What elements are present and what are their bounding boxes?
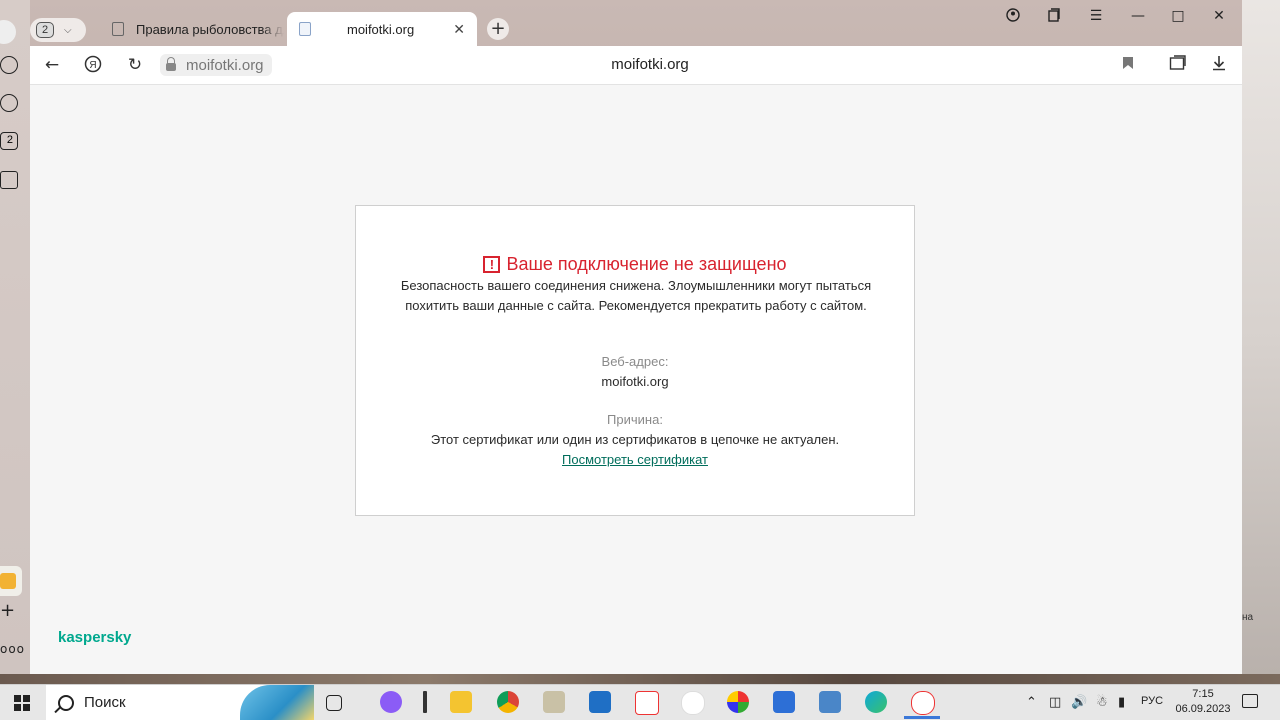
search-highlight-image (240, 685, 314, 720)
taskbar-search-label: Поиск (84, 694, 126, 711)
warning-page: ! Ваше подключение не защищено Безопасно… (30, 85, 1242, 674)
tab-count: 2 (36, 22, 54, 38)
mail-icon[interactable] (589, 691, 611, 713)
page-icon (299, 22, 311, 36)
task-view-icon[interactable] (326, 695, 342, 711)
address-toolbar: ← Я ↻ moifotki.org moifotki.org (30, 46, 1242, 85)
reason-value: Этот сертификат или один из сертификатов… (430, 432, 840, 447)
account-icon[interactable] (1002, 8, 1024, 26)
new-tab-button[interactable]: + (487, 18, 509, 40)
windows-start-icon[interactable] (14, 695, 30, 711)
battery-icon[interactable]: ▮ (1118, 695, 1125, 710)
picasa-icon[interactable] (727, 691, 749, 713)
yandex-browser-icon[interactable] (911, 691, 935, 715)
page-icon (112, 22, 124, 36)
volume-icon[interactable]: 🔊 (1071, 695, 1087, 710)
alice-icon[interactable] (380, 691, 402, 713)
close-tab-icon[interactable]: ✕ (453, 21, 465, 38)
yandex-browser-alt-icon[interactable] (681, 691, 705, 715)
collections-icon[interactable] (1043, 8, 1065, 26)
tab-fishing-rules[interactable]: Правила рыболовства для (100, 12, 284, 46)
view-certificate-link-row: Посмотреть сертификат (356, 452, 914, 467)
taskbar-search[interactable]: Поиск (46, 685, 314, 720)
address-label: Веб-адрес: (601, 354, 669, 369)
tab-title: moifotki.org (347, 21, 415, 37)
warning-heading: ! Ваше подключение не защищено (356, 254, 914, 275)
tab-counter-button[interactable]: 2 ⌵ (30, 18, 86, 42)
clock-date: 06.09.2023 (1175, 703, 1231, 715)
download-icon[interactable] (1208, 55, 1230, 76)
menu-icon[interactable]: ☰ (1085, 8, 1107, 24)
warning-icon: ! (483, 256, 501, 273)
clock[interactable]: 7:15 06.09.2023 (1173, 687, 1233, 717)
warning-description: Безопасность вашего соединения снижена. … (400, 278, 872, 313)
browser-window: 2 ⌵ Правила рыболовства для moifotki.org… (0, 0, 1242, 674)
notifications-icon[interactable] (1242, 694, 1258, 708)
close-window-icon[interactable]: ✕ (1208, 8, 1230, 24)
store-icon[interactable] (773, 691, 795, 713)
address-value: moifotki.org (601, 374, 669, 389)
file-explorer-icon[interactable] (450, 691, 472, 713)
warning-heading-text: Ваше подключение не защищено (506, 254, 787, 274)
chevron-up-icon[interactable]: ⌃ (1026, 695, 1037, 710)
device-icon[interactable]: ◫ (1049, 695, 1061, 710)
tab-strip: 2 ⌵ Правила рыболовства для moifotki.org… (0, 0, 1242, 46)
page-title: moifotki.org (611, 56, 689, 73)
minimize-icon[interactable]: — (1127, 8, 1149, 24)
bookmark-icon[interactable] (1117, 55, 1139, 75)
maximize-icon[interactable]: □ (1167, 8, 1189, 24)
kaspersky-logo: kaspersky (58, 629, 132, 646)
tab-title: Правила рыболовства для (136, 21, 284, 37)
edge-icon[interactable] (865, 691, 887, 713)
yandex-app-icon[interactable] (635, 691, 659, 715)
search-icon (58, 694, 74, 711)
wifi-icon[interactable]: ☃ (1096, 695, 1108, 710)
taskbar: Поиск ⌃ ◫ 🔊 ☃ ▮ РУС 7:15 06.09.2023 (0, 684, 1280, 720)
view-certificate-link[interactable]: Посмотреть сертификат (562, 452, 708, 467)
language-indicator[interactable]: РУС (1141, 695, 1163, 707)
chevron-down-icon: ⌵ (64, 24, 72, 36)
chrome-icon[interactable] (497, 691, 519, 713)
reader-icon[interactable] (1167, 55, 1189, 76)
desktop-text-fragment: на (1242, 612, 1254, 623)
warning-card: ! Ваше подключение не защищено Безопасно… (355, 205, 915, 516)
audio-app-icon[interactable] (819, 691, 841, 713)
reason-label: Причина: (607, 412, 663, 427)
active-app-indicator (904, 716, 940, 719)
clock-time: 7:15 (1192, 688, 1214, 700)
desktop-strip (0, 674, 1280, 684)
separator-app-icon[interactable] (423, 691, 427, 713)
tab-moifotki[interactable]: moifotki.org ✕ (287, 12, 477, 46)
archive-icon[interactable] (543, 691, 565, 713)
desktop-right-edge: на (1242, 0, 1280, 684)
